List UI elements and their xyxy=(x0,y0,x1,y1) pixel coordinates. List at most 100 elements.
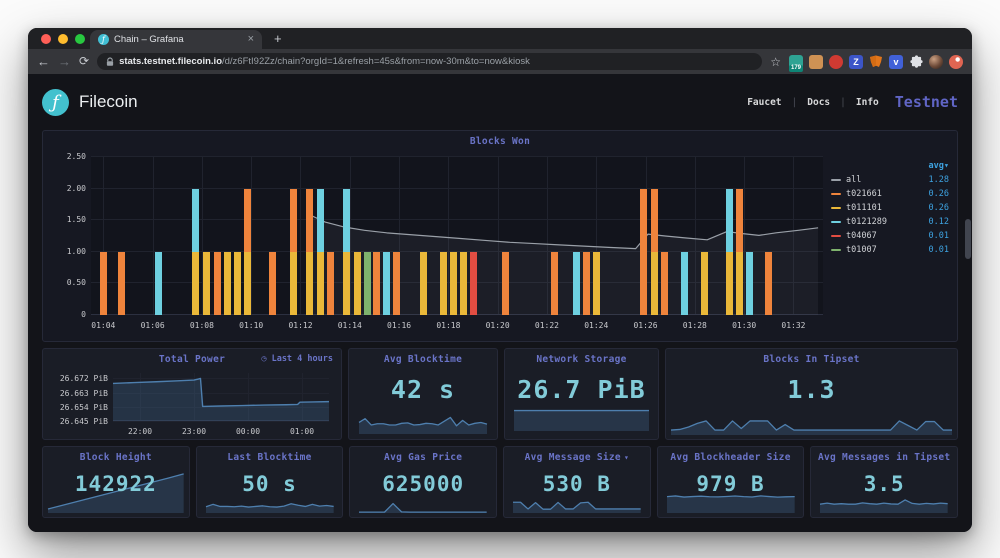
bar-segment xyxy=(269,252,276,315)
legend-item[interactable]: t01212890.12 xyxy=(831,215,949,229)
legend-swatch xyxy=(831,193,841,195)
bar-segment xyxy=(306,189,313,252)
y-tick-label: 0.50 xyxy=(51,278,86,287)
x-tick-label: 01:20 xyxy=(486,321,510,330)
panel-last-blocktime: Last Blocktime 50 s xyxy=(196,446,344,518)
chevron-down-icon[interactable]: ▾ xyxy=(624,453,629,462)
bar xyxy=(192,157,199,315)
panel-blocks-in-tipset: Blocks In Tipset 1.3 xyxy=(665,348,958,440)
legend-avg-value: 0.26 xyxy=(929,203,949,213)
panel-title: Avg Messages in Tipset xyxy=(811,452,957,463)
extension-red-icon[interactable] xyxy=(829,55,843,69)
sparkline xyxy=(671,409,952,435)
close-window-button[interactable] xyxy=(41,34,51,44)
clock-icon: ◷ xyxy=(261,354,266,364)
network-label: Testnet xyxy=(895,93,958,111)
bar-segment xyxy=(651,252,658,315)
metamask-fox-icon[interactable] xyxy=(869,55,883,69)
x-tick-label: 01:18 xyxy=(436,321,460,330)
reload-icon[interactable]: ⟳ xyxy=(79,55,89,68)
bar-segment xyxy=(746,252,753,315)
legend-item[interactable]: t011101 0.26 xyxy=(831,201,949,215)
total-power-plot[interactable]: 22:0023:0000:0001:0026.672 PiB26.663 PiB… xyxy=(113,373,329,421)
nav-link-faucet[interactable]: Faucet xyxy=(747,97,781,108)
page-scrollbar-thumb[interactable] xyxy=(965,219,971,259)
sparkline xyxy=(514,407,649,431)
stat-value: 50 s xyxy=(197,472,343,496)
bar-segment xyxy=(593,252,600,315)
time-range-picker[interactable]: ◷ Last 4 hours xyxy=(261,354,333,364)
stat-value: 530 B xyxy=(504,472,650,496)
panel-title: Last Blocktime xyxy=(197,452,343,463)
browser-tab[interactable]: ƒ Chain – Grafana × xyxy=(90,30,262,49)
all-series-line xyxy=(91,157,823,315)
forward-icon[interactable]: → xyxy=(58,55,71,68)
bar-segment xyxy=(450,252,457,315)
bar-segment xyxy=(661,252,668,315)
legend-label[interactable]: t021661 xyxy=(846,189,882,199)
extension-z-icon[interactable]: Z xyxy=(849,55,863,69)
bar-segment xyxy=(224,252,231,315)
panel-network-storage: Network Storage 26.7 PiB xyxy=(504,348,659,440)
nav-link-info[interactable]: Info xyxy=(856,97,879,108)
legend-label[interactable]: t01007 xyxy=(846,245,877,255)
browser-menu-icon[interactable] xyxy=(949,55,963,69)
panel-title-dropdown[interactable]: Avg Message Size▾ xyxy=(504,452,650,463)
x-tick-label: 22:00 xyxy=(128,427,152,436)
sparkline xyxy=(359,412,487,434)
minimize-window-button[interactable] xyxy=(58,34,68,44)
y-tick-label: 26.672 PiB xyxy=(49,374,108,383)
profile-avatar[interactable] xyxy=(929,55,943,69)
legend-item[interactable]: all 1.28 xyxy=(831,173,949,187)
bar xyxy=(746,157,753,315)
bar-segment xyxy=(726,189,733,252)
address-bar[interactable]: stats.testnet.filecoin.io/d/z6FtI92Zz/ch… xyxy=(97,53,762,70)
bar xyxy=(573,157,580,315)
bar-segment xyxy=(192,252,199,315)
bookmark-star-icon[interactable]: ☆ xyxy=(770,55,781,69)
legend-avg-value: 0.01 xyxy=(929,231,949,241)
extension-v-icon[interactable]: v xyxy=(889,55,903,69)
y-tick-label: 26.654 PiB xyxy=(49,403,108,412)
legend-avg-value: 1.28 xyxy=(929,175,949,185)
legend-sort-header[interactable]: avg▾ xyxy=(831,159,949,173)
blocks-won-plot[interactable]: 01:0401:0601:0801:1001:1201:1401:1601:18… xyxy=(91,157,823,315)
maximize-window-button[interactable] xyxy=(75,34,85,44)
bar-segment xyxy=(640,189,647,315)
sparkline-svg xyxy=(667,493,795,513)
extension-teal-icon[interactable]: 179 xyxy=(789,55,803,69)
nav-link-docs[interactable]: Docs xyxy=(807,97,830,108)
panel-avg-message-size: Avg Message Size▾ 530 B xyxy=(503,446,651,518)
back-icon[interactable]: ← xyxy=(37,55,50,68)
bar xyxy=(343,157,350,315)
legend-label[interactable]: all xyxy=(846,175,861,185)
bar-segment xyxy=(460,252,467,315)
bar-segment xyxy=(701,252,708,315)
panel-title: Avg Blocktime xyxy=(349,354,497,365)
extensions-puzzle-icon[interactable] xyxy=(909,55,923,69)
bar xyxy=(765,157,772,315)
legend-item[interactable]: t010070.01 xyxy=(831,243,949,257)
brand-title: Filecoin xyxy=(79,92,138,112)
new-tab-button[interactable]: + xyxy=(274,31,282,46)
bar-segment xyxy=(651,189,658,252)
legend-swatch xyxy=(831,235,841,237)
legend-label[interactable]: t0121289 xyxy=(846,217,887,227)
legend-label[interactable]: t04067 xyxy=(846,231,877,241)
chart-legend: avg▾ all 1.28 t0216610.26 t011101 0.26 t012128… xyxy=(831,159,949,257)
legend-item[interactable]: t04067 0.01 xyxy=(831,229,949,243)
bar-segment xyxy=(681,252,688,315)
bar-segment xyxy=(290,252,297,315)
stat-value: 1.3 xyxy=(666,375,957,404)
legend-item[interactable]: t0216610.26 xyxy=(831,187,949,201)
bar xyxy=(155,157,162,315)
bar-segment xyxy=(573,252,580,315)
close-tab-icon[interactable]: × xyxy=(248,34,254,45)
x-tick-label: 01:22 xyxy=(535,321,559,330)
legend-label[interactable]: t011101 xyxy=(846,203,882,213)
legend-avg-header[interactable]: avg▾ xyxy=(929,161,949,171)
extension-tan-icon[interactable] xyxy=(809,55,823,69)
url-path: /d/z6FtI92Zz/chain?orgId=1&refresh=45s&f… xyxy=(222,56,530,67)
bar-segment xyxy=(393,252,400,315)
panel-blocks-won: Blocks Won 01:0401:0601:0801:1001:1201:1… xyxy=(42,130,958,342)
